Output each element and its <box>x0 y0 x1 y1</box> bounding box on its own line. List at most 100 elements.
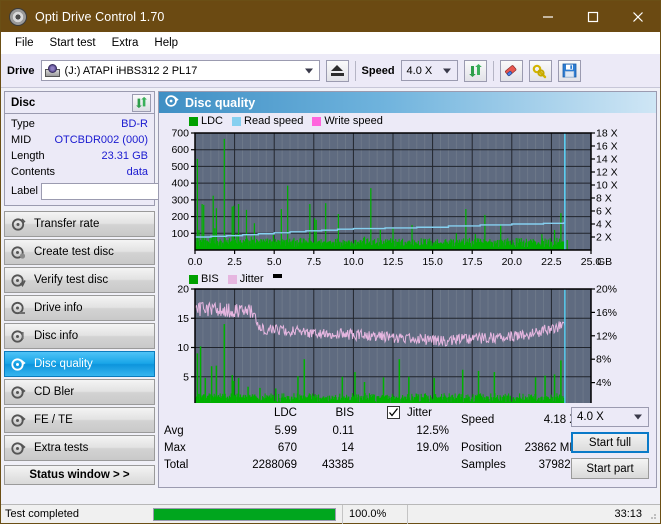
test-speed-select[interactable]: 4.0 X <box>571 407 649 427</box>
menu-extra[interactable]: Extra <box>104 35 147 51</box>
erase-button[interactable] <box>499 59 523 82</box>
sidebar-item-extra-tests[interactable]: Extra tests <box>4 435 155 461</box>
speed-select[interactable]: 4.0 X <box>400 60 458 81</box>
sidebar-item-transfer-rate[interactable]: Transfer rate <box>4 211 155 237</box>
main-body: Disc Type BD-R MID OTCBDR002 (000) Lengt… <box>1 88 660 488</box>
legend-marker <box>272 274 282 278</box>
save-button[interactable] <box>557 59 581 82</box>
tools-button[interactable] <box>528 59 552 82</box>
menu-file[interactable]: File <box>7 35 42 51</box>
stats-row-label-total: Total <box>164 459 189 471</box>
stats-avg-ldc: 5.99 <box>274 425 297 437</box>
x-tick-label: 7.5 <box>306 256 321 268</box>
legend-swatch-bis <box>189 274 198 284</box>
speed-label: Speed <box>361 64 395 77</box>
x-tick-label: 15.0 <box>422 256 443 268</box>
legend-label-jitter: Jitter <box>239 273 264 285</box>
eject-icon <box>330 65 344 76</box>
stats-row-label-max: Max <box>164 442 186 454</box>
legend-swatch-read-speed <box>232 116 242 126</box>
start-full-button[interactable]: Start full <box>571 432 649 453</box>
x-tick-label: 12.5 <box>383 256 404 268</box>
disc-label-row: Label <box>11 180 246 202</box>
disc-row-contents: Contents data <box>11 164 148 180</box>
refresh-button[interactable] <box>463 59 487 82</box>
minimize-icon[interactable] <box>525 1 570 32</box>
y2-tick-label: 12% <box>596 330 617 342</box>
bis-chart-legend: BIS Jitter <box>189 273 282 285</box>
page-title: Disc quality <box>185 95 256 110</box>
extra-tests-icon <box>11 441 26 456</box>
verify-test-disc-icon <box>11 273 26 288</box>
stats-position-label: Position <box>461 442 502 454</box>
sidebar-label: Create test disc <box>34 246 114 258</box>
y2-tick-label: 16% <box>596 307 617 319</box>
close-icon[interactable] <box>615 1 660 32</box>
disc-quality-icon <box>165 94 179 111</box>
y2-tick-label: 8% <box>596 354 611 366</box>
toolbar-divider-2 <box>492 60 494 81</box>
sidebar-label: Disc quality <box>34 358 93 370</box>
y2-tick-label: 4% <box>596 377 611 389</box>
sidebar-item-create-test-disc[interactable]: Create test disc <box>4 239 155 265</box>
drive-select[interactable]: (J:) ATAPI iHBS312 2 PL17 <box>40 60 320 81</box>
menu-help[interactable]: Help <box>146 35 186 51</box>
disc-key-type: Type <box>11 118 35 130</box>
y2-tick-label: 10 X <box>596 180 618 192</box>
disc-key-length: Length <box>11 150 45 162</box>
sidebar-item-cd-bler[interactable]: CD Bler <box>4 379 155 405</box>
stats-header-bis: BIS <box>335 407 354 419</box>
y2-tick-label: 12 X <box>596 167 618 179</box>
legend-swatch-ldc <box>189 116 198 126</box>
sidebar-item-disc-quality[interactable]: Disc quality <box>4 351 155 377</box>
save-icon <box>562 63 576 78</box>
sidebar-item-drive-info[interactable]: Drive info <box>4 295 155 321</box>
legend-label-read-speed: Read speed <box>244 115 304 127</box>
disc-info-icon <box>11 329 26 344</box>
start-part-button[interactable]: Start part <box>571 458 649 479</box>
eject-button[interactable] <box>325 59 349 82</box>
y2-tick-label: 14 X <box>596 154 618 166</box>
stats-header-ldc: LDC <box>273 407 297 419</box>
stats-max-jitter: 19.0% <box>416 442 449 454</box>
legend-label-ldc: LDC <box>201 115 224 127</box>
window-controls <box>525 1 660 32</box>
tools-icon <box>532 64 547 78</box>
drive-icon <box>44 63 61 78</box>
y2-tick-label: 8 X <box>596 193 612 205</box>
drive-select-value: (J:) ATAPI iHBS312 2 PL17 <box>64 64 198 77</box>
disc-refresh-button[interactable] <box>132 93 151 112</box>
disc-panel-title: Disc <box>11 96 36 109</box>
status-message: Test completed <box>5 508 79 520</box>
disc-row-length: Length 23.31 GB <box>11 148 148 164</box>
window-title: Opti Drive Control 1.70 <box>35 9 165 24</box>
legend-swatch-write-speed <box>312 116 322 126</box>
sidebar-item-fe-te[interactable]: FE / TE <box>4 407 155 433</box>
ldc-chart: LDC Read speed Write speed 100 200 300 400 5… <box>159 113 656 273</box>
drive-toolbar: Drive (J:) ATAPI iHBS312 2 PL17 Speed 4.… <box>1 54 660 88</box>
y-tick-label: 100 <box>171 228 189 240</box>
sidebar: Disc Type BD-R MID OTCBDR002 (000) Lengt… <box>1 88 246 488</box>
disc-row-mid: MID OTCBDR002 (000) <box>11 132 148 148</box>
sidebar-item-disc-info[interactable]: Disc info <box>4 323 155 349</box>
status-window-button[interactable]: Status window > > <box>4 465 155 485</box>
sidebar-item-verify-test-disc[interactable]: Verify test disc <box>4 267 155 293</box>
title-bar: Opti Drive Control 1.70 <box>1 1 660 32</box>
stats-total-bis: 43385 <box>322 459 354 471</box>
resize-grip-icon[interactable] <box>647 510 657 520</box>
y-tick-label: 200 <box>171 211 189 223</box>
disc-row-type: Type BD-R <box>11 116 148 132</box>
y2-tick-label: 6 X <box>596 206 612 218</box>
fe-te-icon <box>11 413 26 428</box>
eraser-icon <box>505 64 517 76</box>
legend-ldc: LDC <box>189 115 223 127</box>
maximize-icon[interactable] <box>570 1 615 32</box>
disc-value-contents: data <box>126 166 148 178</box>
legend-read-speed: Read speed <box>232 115 303 127</box>
jitter-checkbox[interactable] <box>387 406 400 419</box>
legend-label-write-speed: Write speed <box>324 115 383 127</box>
ldc-chart-svg: 100 200 300 400 500 600 700 2 X4 X6 X8 X10 X12 … <box>171 128 618 269</box>
y2-tick-label: 16 X <box>596 141 618 153</box>
test-speed-value: 4.0 X <box>577 411 604 423</box>
menu-start-test[interactable]: Start test <box>42 35 104 51</box>
